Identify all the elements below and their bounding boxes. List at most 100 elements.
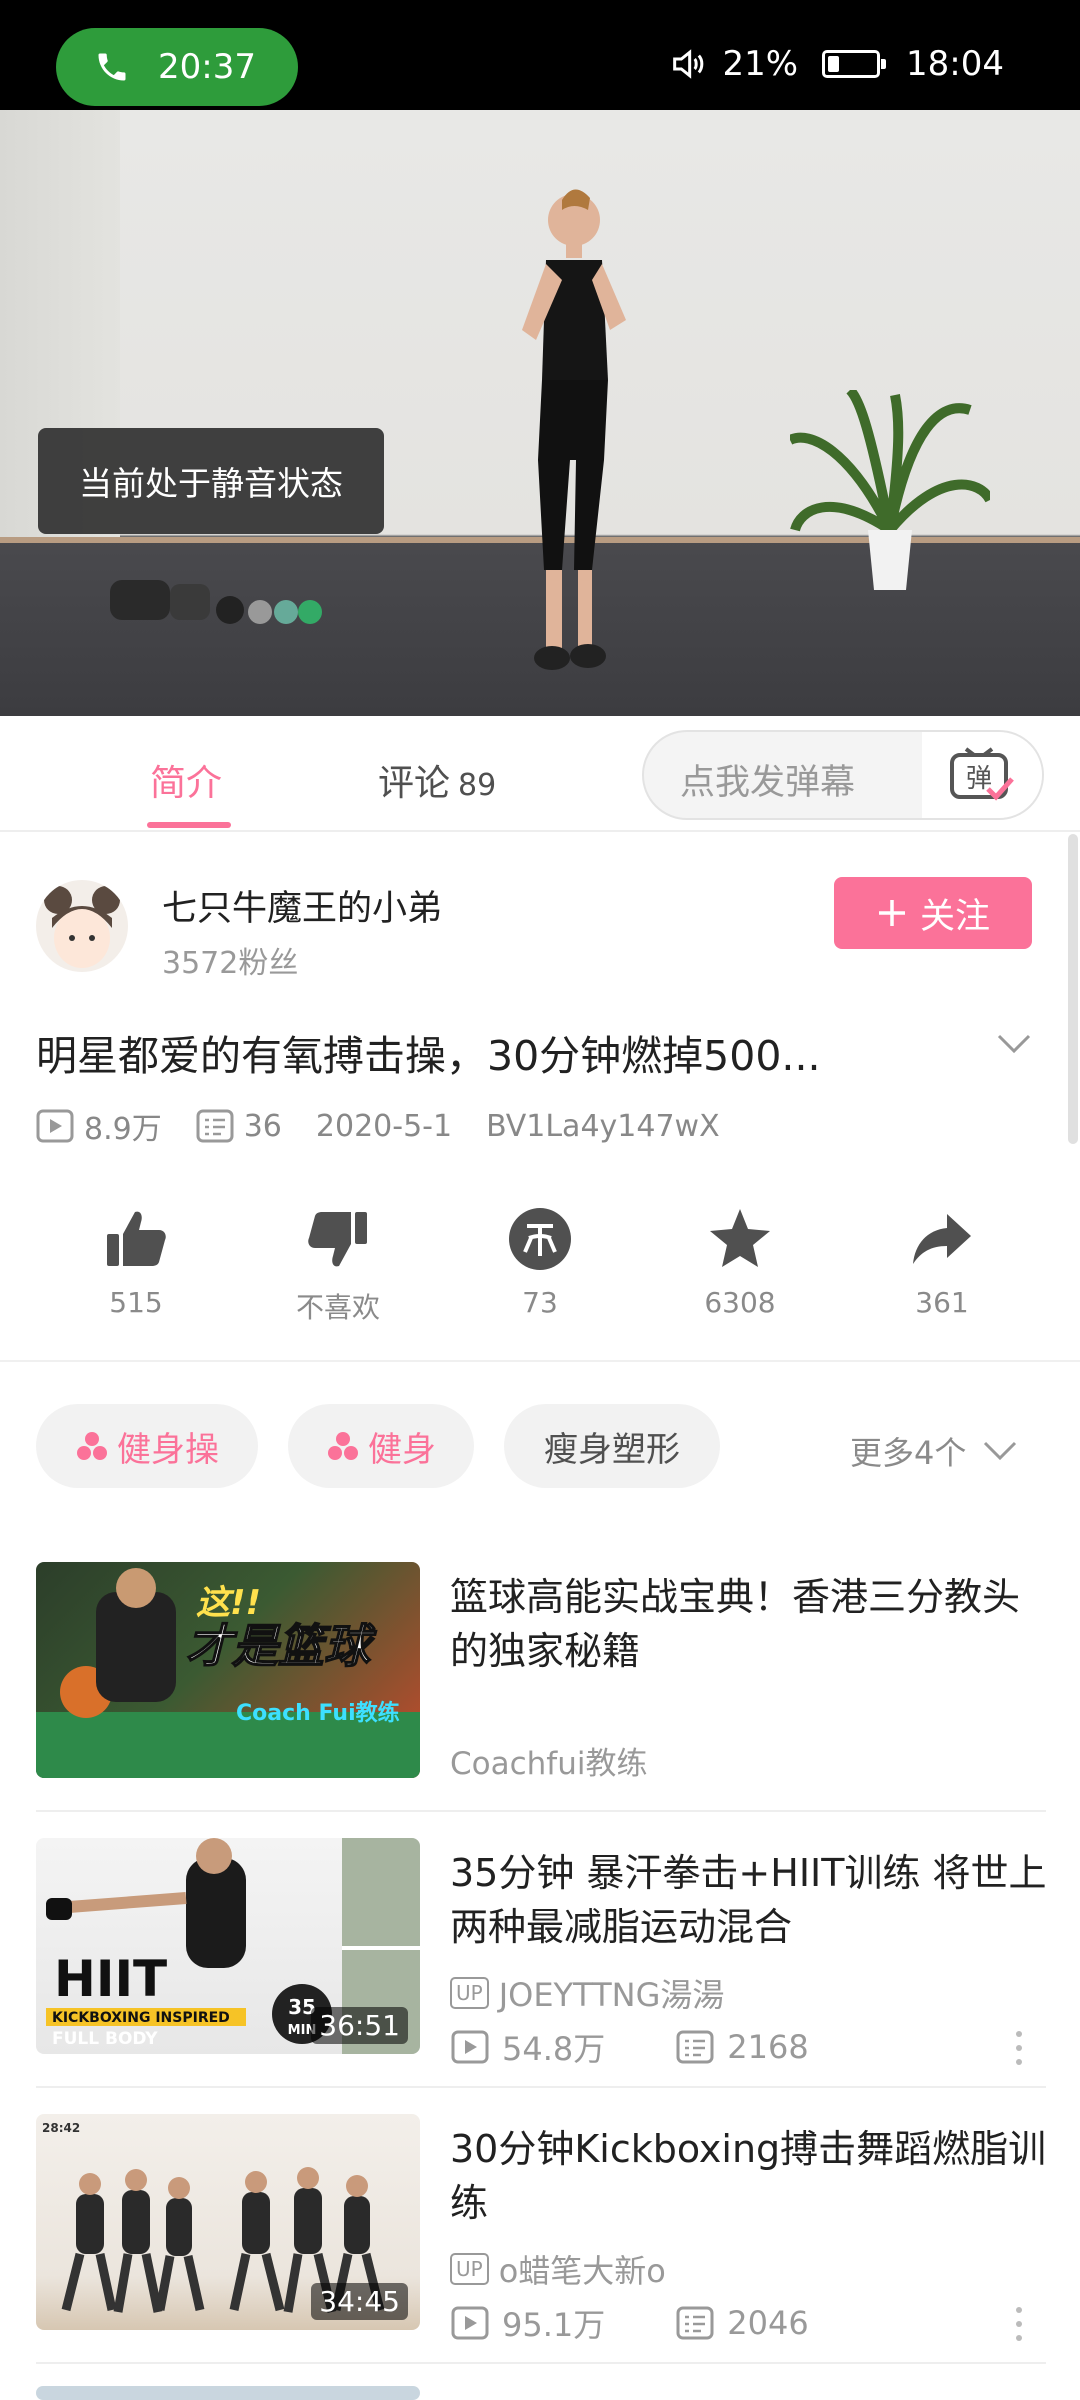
danmaku-count: 2168 — [727, 2028, 809, 2066]
more-options-icon[interactable] — [1012, 2028, 1026, 2068]
author-name[interactable]: 七只牛魔王的小弟 — [162, 880, 442, 931]
call-timer: 20:37 — [158, 47, 256, 87]
topic-icon — [328, 1432, 358, 1460]
like-button[interactable]: 515 — [56, 1206, 216, 1319]
danmaku-count-icon — [676, 2306, 714, 2340]
up-badge: UP — [450, 1977, 489, 2009]
uploader-row: UP o蜡笔大新o — [450, 2246, 666, 2292]
danmaku-placeholder: 点我发弹幕 — [680, 763, 856, 803]
tab-comments[interactable]: 评论 89 — [378, 754, 496, 806]
tab-comments-count: 89 — [458, 768, 497, 803]
video-scene-weights — [110, 580, 322, 624]
list-divider — [36, 1810, 1046, 1812]
view-count: 95.1万 — [502, 2306, 606, 2344]
video-stats-row: 54.8万 2168 — [450, 2024, 809, 2070]
video-thumbnail: HIIT KICKBOXING INSPIRED FULL BODY 35 MI… — [36, 1838, 420, 2054]
thumbnail-text: 才是篮球 — [186, 1619, 377, 1673]
recommended-video-author: o蜡笔大新o — [498, 2252, 666, 2290]
tab-active-indicator — [147, 822, 231, 828]
tag-label: 健身操 — [117, 1429, 219, 1470]
action-bar: 515 不喜欢 73 6308 361 — [0, 1206, 1080, 1336]
scrollbar[interactable] — [1068, 834, 1078, 1144]
like-count: 515 — [109, 1286, 163, 1319]
more-tags-button[interactable]: 更多4个 — [850, 1428, 1018, 1474]
ongoing-call-pill[interactable]: 20:37 — [56, 28, 298, 106]
tag-body-shaping[interactable]: 瘦身塑形 — [504, 1404, 720, 1488]
play-count-icon — [451, 2306, 489, 2340]
video-thumbnail: 28:42 34:45 — [36, 2114, 420, 2330]
status-bar: 20:37 21% 18:04 — [0, 0, 1080, 110]
video-scene-person — [522, 189, 626, 670]
danmaku-count: 2046 — [727, 2304, 809, 2342]
tab-intro[interactable]: 简介 — [150, 754, 222, 806]
topic-icon — [77, 1432, 107, 1460]
share-count: 361 — [915, 1286, 969, 1319]
thumbs-down-icon — [308, 1212, 367, 1267]
more-options-icon[interactable] — [1012, 2304, 1026, 2344]
battery-percent: 21% — [722, 44, 799, 84]
follow-label: 关注 — [919, 896, 990, 937]
section-divider — [0, 1360, 1080, 1362]
more-tags-label: 更多4个 — [850, 1434, 967, 1472]
recommended-video[interactable]: HIIT KICKBOXING INSPIRED FULL BODY 35 MI… — [0, 1838, 1080, 2114]
recommended-video-title: 30分钟Kickboxing搏击舞蹈燃脂训练 — [450, 2127, 1047, 2225]
recommended-video-partial[interactable] — [0, 2386, 1080, 2400]
thumbnail-text: FULL BODY — [52, 2029, 158, 2049]
favorite-button[interactable]: 6308 — [660, 1206, 820, 1319]
phone-icon — [98, 53, 126, 81]
dislike-label: 不喜欢 — [295, 1291, 380, 1324]
recommended-video[interactable]: 这!! 才是篮球 Coach Fui教练 篮球高能实战宝典！香港三分教头的独家秘… — [0, 1562, 1080, 1838]
recommended-video-author: Coachfui教练 — [450, 1746, 648, 1782]
tab-comments-label: 评论 — [378, 763, 451, 804]
bvid: BV1La4y147wX — [486, 1108, 720, 1144]
chevron-down-icon[interactable] — [996, 1032, 1032, 1056]
video-thumbnail — [36, 2386, 420, 2400]
tag-fitness[interactable]: 健身 — [288, 1404, 474, 1488]
clock: 18:04 — [906, 44, 1004, 84]
plus-icon — [878, 900, 905, 926]
danmaku-count-icon — [676, 2030, 714, 2064]
mute-toast: 当前处于静音状态 — [38, 428, 384, 534]
recommended-video[interactable]: 28:42 34:45 30分钟Kickboxing搏击舞蹈燃脂训练 UP o蜡… — [0, 2114, 1080, 2390]
video-thumbnail: 这!! 才是篮球 Coach Fui教练 — [36, 1562, 420, 1778]
thumbnail-text: 28:42 — [42, 2121, 80, 2135]
avatar-image — [44, 886, 120, 968]
author-fans: 3572粉丝 — [162, 946, 299, 981]
video-stats-row: 95.1万 2046 — [450, 2300, 809, 2346]
battery-icon — [822, 50, 887, 78]
coin-button[interactable]: 73 — [460, 1206, 620, 1319]
tag-fitness-dance[interactable]: 健身操 — [36, 1404, 258, 1488]
thumbs-up-icon — [107, 1211, 166, 1266]
danmaku-icon: 弹 — [950, 747, 1014, 801]
coin-icon — [509, 1208, 571, 1270]
follow-button[interactable]: 关注 — [834, 877, 1032, 949]
thumbnail-text: 这!! — [196, 1583, 261, 1623]
thumbnail-text: KICKBOXING INSPIRED — [52, 2010, 230, 2026]
danmaku-toggle-button[interactable]: 弹 — [922, 732, 1042, 818]
up-badge: UP — [450, 2253, 489, 2285]
view-count: 8.9万 — [84, 1112, 162, 1147]
danmaku-input[interactable]: 点我发弹幕 弹 — [642, 730, 1044, 820]
video-player[interactable]: 当前处于静音状态 — [0, 110, 1080, 716]
play-count-icon — [36, 1109, 74, 1143]
author-avatar[interactable] — [36, 880, 128, 972]
video-duration: 36:51 — [311, 2007, 408, 2044]
list-divider — [36, 2362, 1046, 2364]
battery-level-fill — [828, 56, 840, 72]
recommended-video-author: JOEYTTNG湯湯 — [498, 1976, 725, 2014]
video-title: 明星都爱的有氧搏击操，30分钟燃掉500... — [36, 1032, 821, 1080]
tag-label: 瘦身塑形 — [544, 1429, 680, 1470]
recommended-video-title: 篮球高能实战宝典！香港三分教头的独家秘籍 — [450, 1575, 1021, 1673]
share-arrow-icon — [913, 1214, 971, 1264]
publish-date: 2020-5-1 — [315, 1108, 453, 1144]
video-duration: 34:45 — [311, 2283, 408, 2320]
volume-icon — [673, 49, 704, 79]
video-scene-plant — [790, 390, 990, 590]
share-button[interactable]: 361 — [862, 1206, 1022, 1319]
chevron-down-icon — [984, 1441, 1017, 1461]
favorite-count: 6308 — [704, 1286, 776, 1319]
coin-count: 73 — [522, 1286, 558, 1319]
dislike-button[interactable]: 不喜欢 — [258, 1206, 418, 1326]
view-count: 54.8万 — [502, 2030, 606, 2068]
danmaku-count-icon — [196, 1109, 234, 1143]
